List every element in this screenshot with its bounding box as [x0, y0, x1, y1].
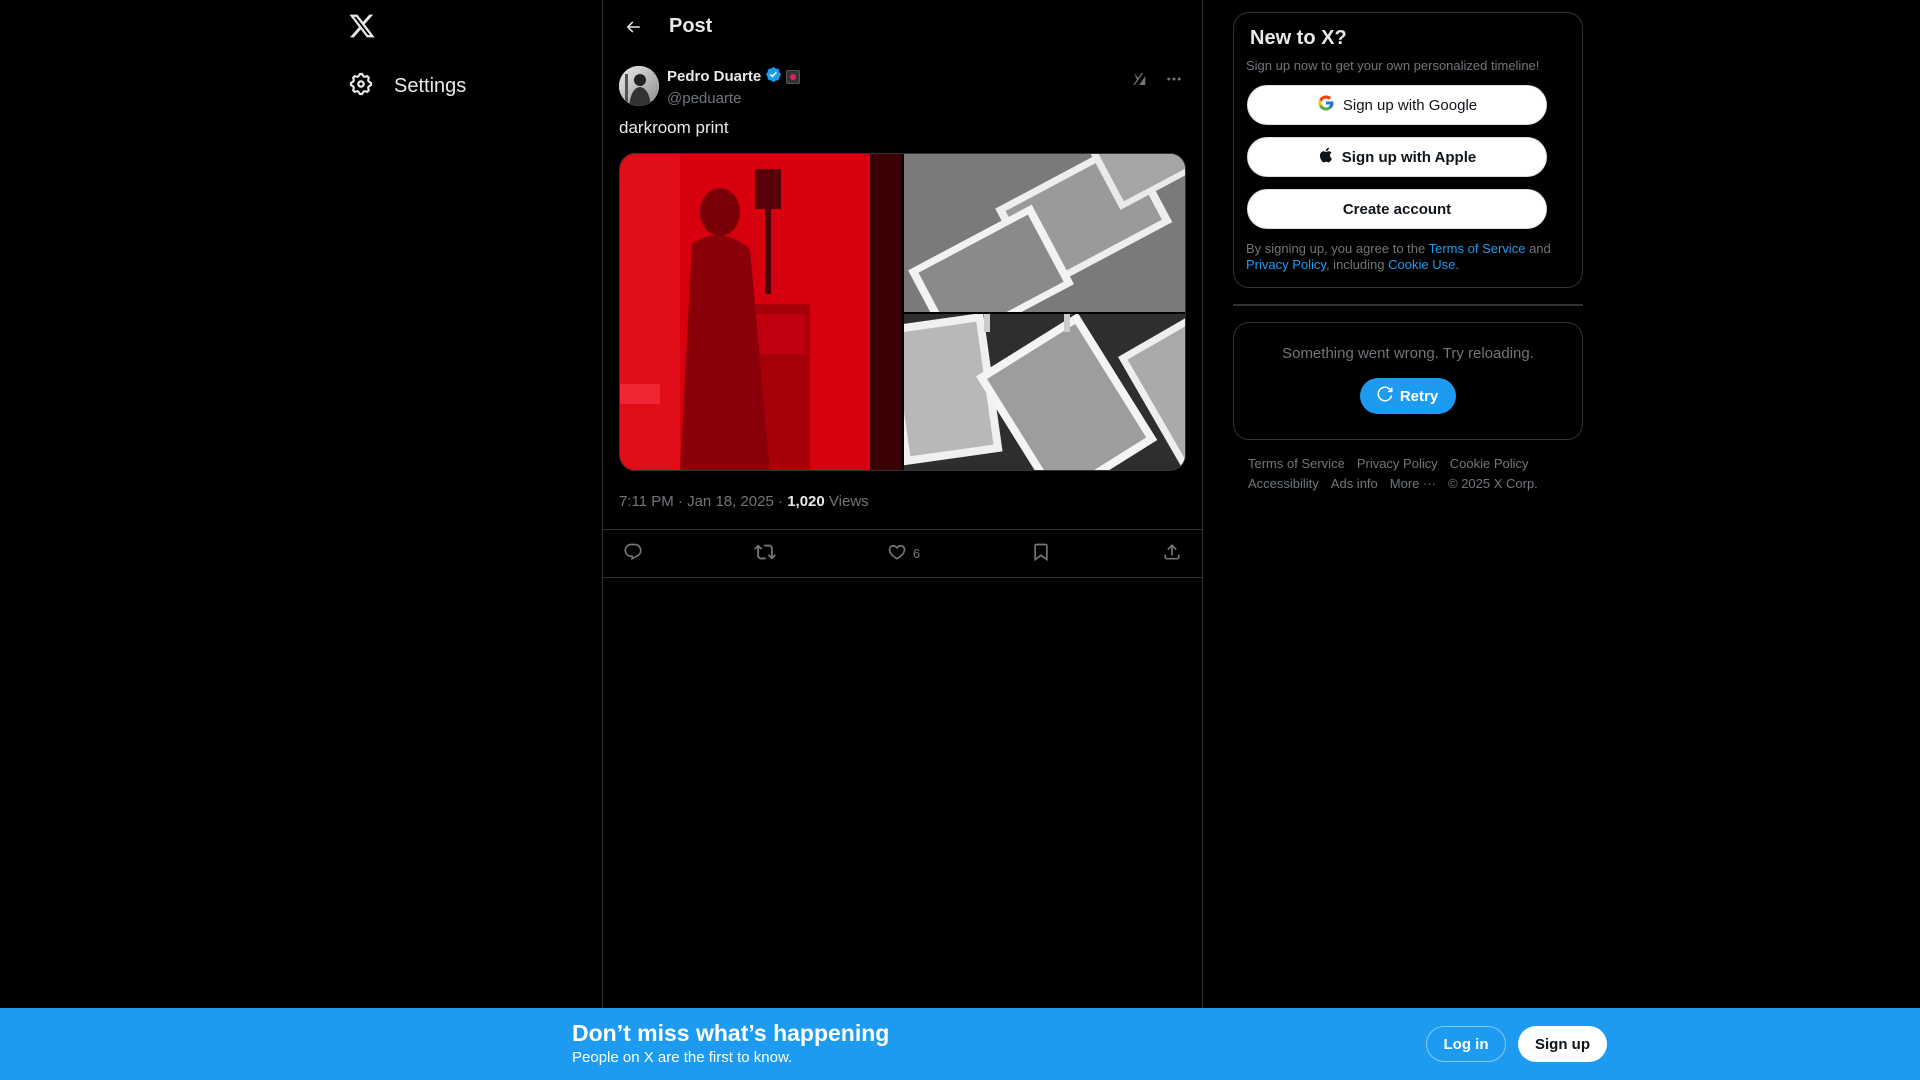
signup-google-button[interactable]: Sign up with Google [1247, 85, 1547, 125]
footer-link-accessibility[interactable]: Accessibility [1248, 476, 1319, 492]
create-account-button[interactable]: Create account [1247, 189, 1547, 229]
share-button[interactable] [1162, 537, 1182, 571]
sidebar-divider [1233, 304, 1583, 306]
cookie-link[interactable]: Cookie Use. [1388, 257, 1459, 272]
retry-button[interactable]: Retry [1359, 378, 1457, 414]
back-arrow-icon[interactable] [619, 13, 647, 41]
apple-icon [1318, 146, 1334, 168]
media-photo-prints-top[interactable] [904, 154, 1185, 312]
signup-apple-label: Sign up with Apple [1341, 148, 1477, 166]
refresh-icon [1376, 385, 1394, 407]
footer-copyright: © 2025 X Corp. [1448, 476, 1538, 491]
footer-link-ads-info[interactable]: Ads info [1331, 476, 1378, 492]
footer-link-terms[interactable]: Terms of Service [1248, 456, 1345, 472]
banner-title: Don’t miss what’s happening [572, 1020, 890, 1046]
affiliate-badge-icon[interactable] [786, 69, 801, 84]
google-icon [1317, 94, 1335, 116]
post-date[interactable]: Jan 18, 2025 [687, 493, 774, 510]
likes-count: 6 [912, 546, 921, 561]
repost-button[interactable] [753, 537, 776, 571]
privacy-link[interactable]: Privacy Policy [1246, 257, 1326, 272]
views-count: 1,020 [787, 493, 825, 510]
signup-card-title: New to X? [1250, 27, 1347, 49]
login-button[interactable]: Log in [1426, 1026, 1506, 1062]
footer-link-more[interactable]: More ··· [1390, 476, 1436, 492]
post-time[interactable]: 7:11 PM [619, 493, 674, 510]
error-message: Something went wrong. Try reloading. [1282, 345, 1534, 362]
nav-settings-link[interactable]: Settings [348, 68, 478, 104]
signup-banner: Don’t miss what’s happening People on X … [0, 1008, 1920, 1080]
author-name[interactable]: Pedro Duarte [667, 68, 761, 85]
nav-settings-label: Settings [394, 74, 467, 97]
reply-icon [623, 542, 643, 565]
grok-icon[interactable] [1128, 67, 1152, 91]
signup-google-label: Sign up with Google [1342, 96, 1478, 114]
footer-link-cookie[interactable]: Cookie Policy [1450, 456, 1529, 472]
heart-icon [887, 542, 907, 565]
post-text: darkroom print [619, 118, 729, 137]
main-column: Post Pedro Duarte @peduarte darkroom pri… [602, 0, 1203, 1080]
author-handle[interactable]: @peduarte [667, 90, 800, 107]
post-meta: 7:11 PM · Jan 18, 2025 · 1,020 Views [619, 493, 869, 510]
retry-label: Retry [1399, 387, 1439, 405]
reply-button[interactable] [623, 537, 643, 571]
bookmark-button[interactable] [1031, 537, 1051, 571]
post-media-grid [619, 153, 1186, 471]
gear-icon [348, 71, 374, 102]
verified-badge-icon [765, 66, 782, 88]
error-card: Something went wrong. Try reloading. Ret… [1233, 322, 1583, 440]
signup-legal-text: By signing up, you agree to the Terms of… [1246, 241, 1551, 272]
views-label: Views [828, 493, 869, 510]
bookmark-icon [1031, 542, 1051, 565]
signup-button[interactable]: Sign up [1518, 1026, 1607, 1062]
share-icon [1162, 542, 1182, 565]
media-photo-prints-bottom[interactable] [904, 314, 1185, 470]
right-sidebar: New to X? Sign up now to get your own pe… [1233, 12, 1583, 492]
signup-card-subtitle: Sign up now to get your own personalized… [1246, 58, 1540, 73]
media-photo-darkroom[interactable] [620, 154, 902, 470]
footer-links: Terms of Service Privacy Policy Cookie P… [1233, 456, 1583, 492]
signup-card: New to X? Sign up now to get your own pe… [1233, 12, 1583, 288]
banner-subtitle: People on X are the first to know. [572, 1049, 793, 1066]
terms-link[interactable]: Terms of Service [1429, 241, 1526, 256]
avatar[interactable] [619, 66, 659, 106]
like-button[interactable]: 6 [887, 537, 920, 571]
x-logo-icon[interactable] [348, 12, 388, 44]
left-navigation: Settings [340, 0, 602, 1080]
repost-icon [753, 541, 776, 566]
post-article: Pedro Duarte @peduarte darkroom print 7:… [603, 53, 1202, 578]
footer-link-privacy[interactable]: Privacy Policy [1357, 456, 1438, 472]
signup-apple-button[interactable]: Sign up with Apple [1247, 137, 1547, 177]
page-title: Post [669, 15, 713, 37]
post-action-bar: 6 [603, 529, 1202, 578]
post-header: Post [603, 0, 1202, 53]
more-options-icon[interactable] [1162, 67, 1186, 91]
post-top-actions [1128, 67, 1186, 91]
post-author: Pedro Duarte @peduarte [619, 53, 1186, 115]
